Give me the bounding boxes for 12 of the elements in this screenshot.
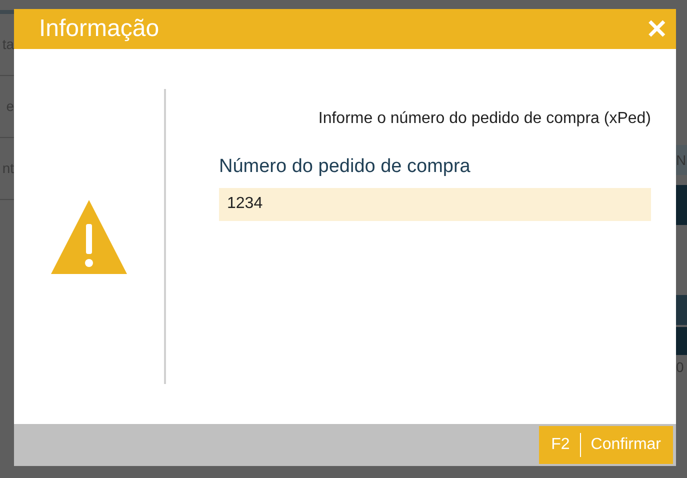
confirm-button[interactable]: F2 Confirmar [539, 426, 673, 464]
close-button[interactable]: ✕ [646, 16, 668, 42]
dialog-title: Informação [39, 14, 160, 44]
background-row [676, 295, 687, 325]
warning-icon [51, 200, 127, 274]
background-row [676, 327, 687, 355]
background-row [676, 185, 687, 225]
input-field[interactable]: 1234 [219, 188, 651, 220]
button-label: Confirmar [590, 435, 661, 455]
shortcut-key: F2 [551, 433, 570, 457]
dialog-message: Informe o número do pedido de compra (xPed) [318, 109, 651, 129]
field-label: Número do pedido de compra [219, 155, 472, 179]
